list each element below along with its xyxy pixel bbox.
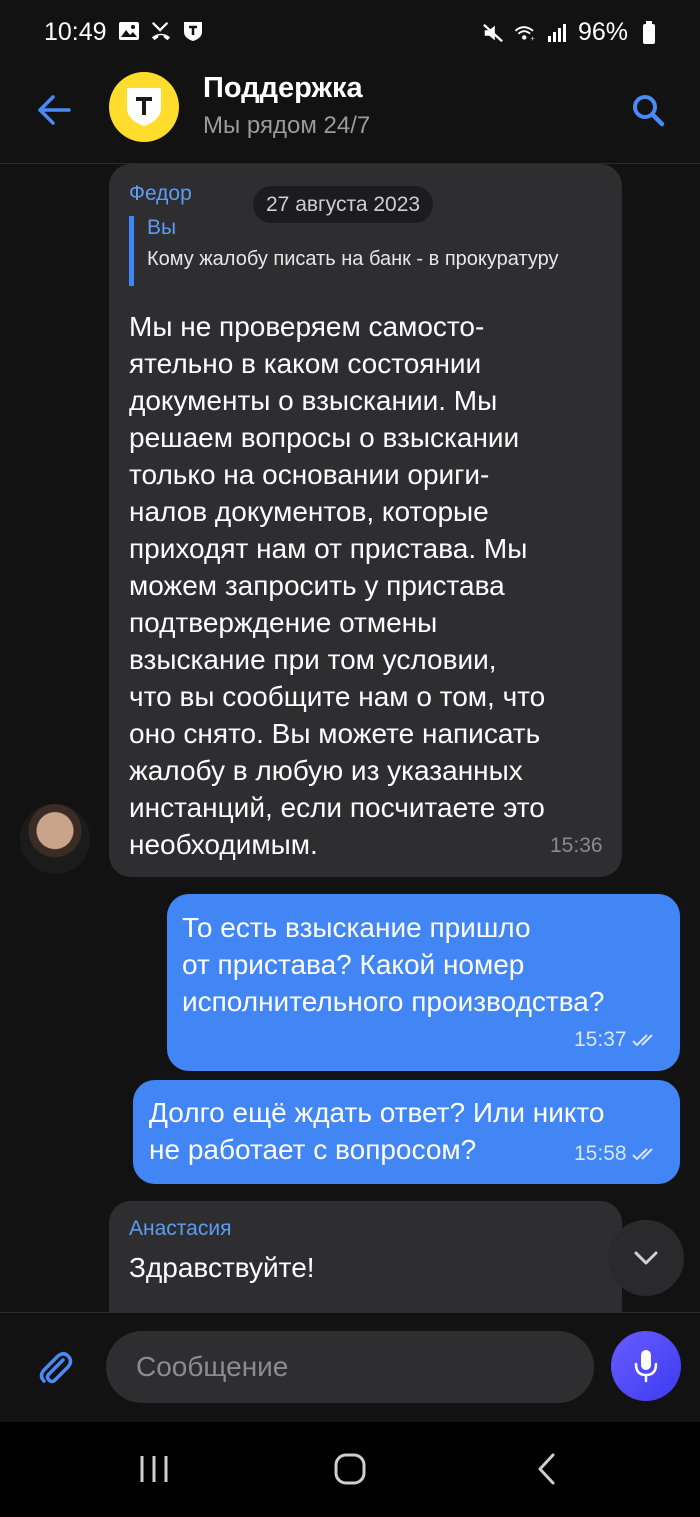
message-line: То есть взыскание пришло: [182, 912, 531, 943]
message-line: от пристава? Какой номер: [182, 949, 525, 980]
message-time-text: 15:58: [574, 1142, 627, 1165]
home-button[interactable]: [320, 1444, 380, 1494]
wifi-icon: +: [514, 22, 536, 44]
message-line: только на основании ориги-: [129, 459, 490, 490]
message-time: 15:36: [550, 834, 603, 857]
chevron-down-icon: [634, 1251, 658, 1265]
message-line: ятельно в каком состоянии: [129, 348, 482, 379]
message-time: 15:58: [574, 1142, 659, 1166]
search-icon: [633, 95, 665, 127]
signal-icon: [546, 22, 568, 44]
message-bubble-incoming[interactable]: Анастасия Здравствуйте!: [109, 1201, 622, 1312]
message-text: Здравствуйте!: [129, 1249, 315, 1286]
double-check-icon: [631, 1148, 653, 1161]
message-line: исполнительного производства?: [182, 986, 605, 1017]
message-line: Долго ещё ждать ответ? Или никто: [149, 1097, 605, 1128]
message-line: налов документов, которые: [129, 496, 489, 527]
recent-apps-button[interactable]: [124, 1444, 184, 1494]
message-line: Здравствуйте!: [129, 1252, 315, 1283]
back-nav-button[interactable]: [516, 1444, 576, 1494]
battery-percent: 96%: [577, 18, 628, 46]
message-input[interactable]: [106, 1331, 594, 1403]
message-text: То есть взыскание пришло от пристава? Ка…: [182, 909, 677, 1020]
message-line: решаем вопросы о взыскании: [129, 422, 520, 453]
message-time-text: 15:37: [574, 1028, 627, 1051]
message-line: оно снято. Вы можете написать: [129, 718, 541, 749]
voice-message-button[interactable]: [611, 1331, 681, 1401]
message-list[interactable]: Федор Вы Кому жалобу писать на банк - в …: [0, 164, 700, 1312]
message-sender: Федор: [129, 182, 192, 205]
status-time: 10:49: [44, 18, 107, 46]
message-text: Мы не проверяем самосто- ятельно в каком…: [129, 308, 619, 863]
app-t-icon: [182, 20, 204, 42]
paperclip-icon: [39, 1352, 73, 1384]
date-separator: 27 августа 2023: [253, 186, 434, 223]
message-line: приходят нам от пристава. Мы: [129, 533, 528, 564]
back-button[interactable]: [30, 86, 78, 134]
message-bubble-outgoing[interactable]: То есть взыскание пришло от пристава? Ка…: [167, 894, 680, 1071]
mute-icon: [482, 22, 504, 44]
missed-call-icon: [150, 20, 172, 42]
sender-avatar[interactable]: [20, 804, 90, 874]
message-line: Мы не проверяем самосто-: [129, 311, 485, 342]
chat-title[interactable]: Поддержка: [203, 72, 363, 105]
search-button[interactable]: [624, 86, 672, 134]
message-line: документы о взыскании. Мы: [129, 385, 498, 416]
message-line: инстанций, если посчитаете это: [129, 792, 545, 823]
message-sender: Анастасия: [129, 1217, 232, 1240]
chat-subtitle: Мы рядом 24/7: [203, 112, 371, 139]
microphone-icon: [634, 1350, 658, 1383]
scroll-to-bottom-button[interactable]: [608, 1220, 684, 1296]
recent-apps-icon: [140, 1456, 168, 1482]
message-line: что вы сообщите нам о том, что: [129, 681, 546, 712]
tbank-shield-icon: [127, 88, 161, 126]
status-right: + 96%: [482, 18, 660, 47]
chat-header: Поддержка Мы рядом 24/7: [0, 68, 700, 164]
back-chevron-icon: [538, 1453, 555, 1485]
message-line: подтверждение отмены: [129, 607, 438, 638]
reply-quote-text: Кому жалобу писать на банк - в прокурату…: [147, 248, 559, 270]
home-icon: [334, 1453, 366, 1485]
reply-quote[interactable]: Вы Кому жалобу писать на банк - в прокур…: [129, 216, 609, 286]
message-time: 15:37: [574, 1028, 659, 1052]
attach-button[interactable]: [30, 1343, 82, 1395]
message-line: можем запросить у пристава: [129, 570, 505, 601]
message-bubble-outgoing[interactable]: Долго ещё ждать ответ? Или никто не рабо…: [133, 1080, 680, 1184]
svg-text:+: +: [530, 36, 535, 42]
message-bubble-incoming[interactable]: Федор Вы Кому жалобу писать на банк - в …: [109, 164, 622, 877]
status-bar: 10:49 + 96%: [0, 0, 700, 68]
battery-icon: [638, 20, 660, 44]
support-avatar-logo[interactable]: [109, 72, 179, 142]
arrow-left-icon: [38, 95, 71, 125]
message-composer: [0, 1312, 700, 1422]
image-icon: [118, 20, 140, 42]
message-line: жалобу в любую из указанных: [129, 755, 523, 786]
message-line: необходимым.: [129, 829, 318, 860]
message-line: взыскание при том условии,: [129, 644, 497, 675]
system-nav-bar: [0, 1422, 700, 1517]
double-check-icon: [631, 1034, 653, 1047]
status-left-icons: [118, 20, 204, 42]
